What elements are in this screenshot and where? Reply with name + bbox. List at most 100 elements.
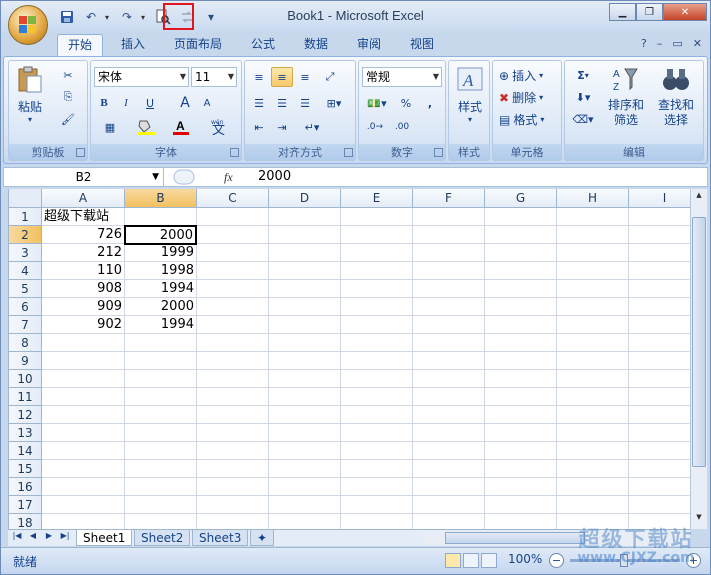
cell-b1[interactable] (125, 208, 197, 226)
cell-c15[interactable] (197, 460, 269, 478)
cell-a8[interactable] (42, 334, 125, 352)
row-header[interactable]: 3 (9, 244, 42, 262)
cell-a18[interactable] (42, 514, 125, 529)
cell-h1[interactable] (557, 208, 629, 226)
cell-i17[interactable] (629, 496, 690, 514)
cell-f6[interactable] (413, 298, 485, 316)
cell-d15[interactable] (269, 460, 341, 478)
cell-h7[interactable] (557, 316, 629, 334)
cell-f10[interactable] (413, 370, 485, 388)
tab-view[interactable]: 视图 (400, 34, 444, 56)
cell-g9[interactable] (485, 352, 557, 370)
minimize-button[interactable]: ▁ (609, 3, 636, 21)
cell-c6[interactable] (197, 298, 269, 316)
workbook-restore-button[interactable]: ▭ (672, 37, 682, 50)
cell-d9[interactable] (269, 352, 341, 370)
cell-c3[interactable] (197, 244, 269, 262)
cell-g16[interactable] (485, 478, 557, 496)
autosum-button[interactable]: Σ ▾ (568, 65, 598, 85)
zoom-out-icon[interactable]: − (549, 553, 564, 568)
cell-g3[interactable] (485, 244, 557, 262)
cell-i4[interactable] (629, 262, 690, 280)
cell-c4[interactable] (197, 262, 269, 280)
cell-h8[interactable] (557, 334, 629, 352)
cell-e8[interactable] (341, 334, 413, 352)
clipboard-launcher-icon[interactable] (76, 148, 85, 157)
row-header[interactable]: 8 (9, 334, 42, 352)
column-header[interactable]: D (269, 189, 341, 208)
cell-g5[interactable] (485, 280, 557, 298)
cell-f16[interactable] (413, 478, 485, 496)
cell-g17[interactable] (485, 496, 557, 514)
orientation-icon[interactable]: ⤢ (319, 67, 341, 87)
tab-formulas[interactable]: 公式 (241, 34, 285, 56)
cell-i13[interactable] (629, 424, 690, 442)
styles-button[interactable]: A 样式 ▾ (452, 65, 488, 124)
cell-f8[interactable] (413, 334, 485, 352)
scroll-up-icon[interactable]: ▲ (692, 191, 706, 205)
cell-b2[interactable]: 2000 (124, 225, 197, 245)
font-color-icon[interactable]: A (167, 117, 197, 137)
align-middle-icon[interactable]: ≡ (271, 67, 293, 87)
sheet-tab-1[interactable]: Sheet1 (76, 530, 133, 546)
cell-e17[interactable] (341, 496, 413, 514)
cell-c2[interactable] (197, 226, 269, 244)
increase-decimal-icon[interactable]: .0→ (362, 117, 388, 137)
cell-a2[interactable]: 726 (42, 226, 125, 244)
cell-a16[interactable] (42, 478, 125, 496)
cell-d3[interactable] (269, 244, 341, 262)
cell-a4[interactable]: 110 (42, 262, 125, 280)
cell-c10[interactable] (197, 370, 269, 388)
cell-f2[interactable] (413, 226, 485, 244)
cell-i11[interactable] (629, 388, 690, 406)
underline-button[interactable]: U (138, 93, 162, 113)
cell-d2[interactable] (269, 226, 341, 244)
cell-d4[interactable] (269, 262, 341, 280)
cell-h18[interactable] (557, 514, 629, 529)
cell-g8[interactable] (485, 334, 557, 352)
insert-function-icon[interactable]: fx (224, 170, 233, 184)
cell-i7[interactable] (629, 316, 690, 334)
cell-a14[interactable] (42, 442, 125, 460)
cell-f13[interactable] (413, 424, 485, 442)
row-header[interactable]: 9 (9, 352, 42, 370)
cell-g11[interactable] (485, 388, 557, 406)
scroll-down-icon[interactable]: ▼ (692, 513, 706, 527)
cell-c17[interactable] (197, 496, 269, 514)
row-header[interactable]: 7 (9, 316, 42, 334)
cell-c12[interactable] (197, 406, 269, 424)
decrease-decimal-icon[interactable]: .00 (389, 117, 415, 137)
cell-b6[interactable]: 2000 (125, 298, 197, 316)
cell-e7[interactable] (341, 316, 413, 334)
number-launcher-icon[interactable] (434, 148, 443, 157)
cell-g1[interactable] (485, 208, 557, 226)
cell-a11[interactable] (42, 388, 125, 406)
delete-cells-button[interactable]: ✖ 删除 ▾ (499, 89, 543, 106)
cell-h5[interactable] (557, 280, 629, 298)
column-header[interactable]: A (42, 189, 125, 208)
vertical-scroll-thumb[interactable] (692, 217, 706, 467)
cell-d7[interactable] (269, 316, 341, 334)
paste-button[interactable]: 粘贴 ▾ (13, 65, 47, 124)
cell-a3[interactable]: 212 (42, 244, 125, 262)
align-bottom-icon[interactable]: ≡ (294, 67, 316, 87)
cell-g18[interactable] (485, 514, 557, 529)
help-icon[interactable]: ? (641, 37, 647, 50)
cell-c14[interactable] (197, 442, 269, 460)
row-header[interactable]: 10 (9, 370, 42, 388)
page-layout-view-icon[interactable] (463, 553, 479, 568)
sheet-tab-3[interactable]: Sheet3 (192, 530, 249, 546)
cell-d17[interactable] (269, 496, 341, 514)
cell-f4[interactable] (413, 262, 485, 280)
shrink-font-button[interactable]: A (197, 93, 217, 113)
cell-c5[interactable] (197, 280, 269, 298)
cell-a9[interactable] (42, 352, 125, 370)
sheet-tab-2[interactable]: Sheet2 (134, 530, 191, 546)
cell-i1[interactable] (629, 208, 690, 226)
cell-h13[interactable] (557, 424, 629, 442)
cell-f1[interactable] (413, 208, 485, 226)
column-header[interactable]: B (125, 189, 197, 208)
zoom-knob[interactable] (620, 554, 628, 567)
cell-i6[interactable] (629, 298, 690, 316)
cell-d12[interactable] (269, 406, 341, 424)
